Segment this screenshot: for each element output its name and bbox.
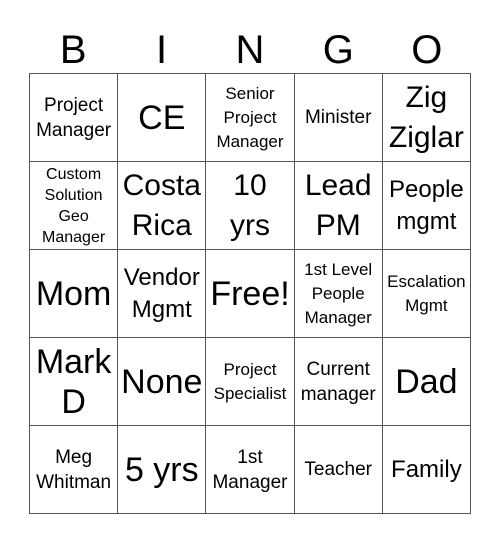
bingo-cell[interactable]: Project Manager [30, 74, 119, 162]
cell-text: Costa Rica [122, 168, 201, 242]
cell-text: Mom [35, 274, 112, 313]
header-letter-o: O [411, 28, 443, 72]
free-space-text: Free! [210, 274, 290, 313]
bingo-cell[interactable]: 5 yrs [118, 426, 207, 514]
bingo-cell[interactable]: Project Specialist [206, 338, 295, 426]
cell-text: Senior Project Manager [216, 83, 284, 151]
cell-text: People mgmt [389, 175, 464, 235]
bingo-grid: Project Manager CE Senior Project Manage… [29, 73, 471, 514]
bingo-header: B I N G O [29, 26, 471, 74]
cell-text: Dad [395, 362, 458, 401]
bingo-cell[interactable]: Dad [382, 338, 471, 426]
bingo-cell[interactable]: Family [382, 426, 471, 514]
bingo-cell[interactable]: 1st Manager [206, 426, 295, 514]
bingo-cell[interactable]: 1st Level People Manager [294, 250, 383, 338]
cell-text: Current manager [300, 358, 376, 405]
cell-text: 1st Manager [212, 446, 288, 493]
bingo-cell[interactable]: CE [118, 74, 207, 162]
bingo-cell[interactable]: Current manager [294, 338, 383, 426]
cell-text: Custom Solution Geo Manager [42, 165, 106, 246]
cell-text: None [121, 362, 203, 401]
cell-text: 5 yrs [124, 450, 199, 489]
header-letter-n: N [235, 28, 265, 72]
cell-text: Mark D [35, 342, 112, 421]
bingo-cell[interactable]: Escalation Mgmt [382, 250, 471, 338]
cell-text: Project Manager [36, 94, 112, 141]
cell-text: Zig Ziglar [388, 80, 464, 154]
cell-text: Family [391, 455, 462, 483]
cell-text: Project Specialist [213, 359, 287, 403]
bingo-cell[interactable]: Zig Ziglar [382, 74, 471, 162]
cell-text: Lead PM [304, 168, 372, 242]
bingo-cell[interactable]: None [118, 338, 207, 426]
bingo-cell[interactable]: Costa Rica [118, 162, 207, 250]
bingo-cell[interactable]: Vendor Mgmt [118, 250, 207, 338]
bingo-cell[interactable]: Teacher [294, 426, 383, 514]
header-letter-i: I [156, 28, 168, 72]
bingo-cell free-space[interactable]: Free! [206, 250, 295, 338]
bingo-cell[interactable]: 10 yrs [206, 162, 295, 250]
bingo-cell[interactable]: Custom Solution Geo Manager [30, 162, 119, 250]
cell-text: 1st Level People Manager [304, 259, 373, 327]
cell-text: CE [138, 98, 186, 137]
bingo-cell[interactable]: Mom [30, 250, 119, 338]
bingo-cell[interactable]: Minister [294, 74, 383, 162]
bingo-cell[interactable]: People mgmt [382, 162, 471, 250]
header-letter-b: B [59, 28, 87, 72]
cell-text: Vendor Mgmt [123, 263, 200, 323]
cell-text: Escalation Mgmt [387, 271, 466, 315]
bingo-cell[interactable]: Lead PM [294, 162, 383, 250]
header-letter-g: G [322, 28, 354, 72]
cell-text: Meg Whitman [36, 446, 112, 493]
cell-text: Minister [304, 107, 372, 128]
bingo-cell[interactable]: Meg Whitman [30, 426, 119, 514]
cell-text: Teacher [304, 459, 372, 480]
bingo-cell[interactable]: Senior Project Manager [206, 74, 295, 162]
bingo-cell[interactable]: Mark D [30, 338, 119, 426]
cell-text: 10 yrs [229, 168, 270, 242]
